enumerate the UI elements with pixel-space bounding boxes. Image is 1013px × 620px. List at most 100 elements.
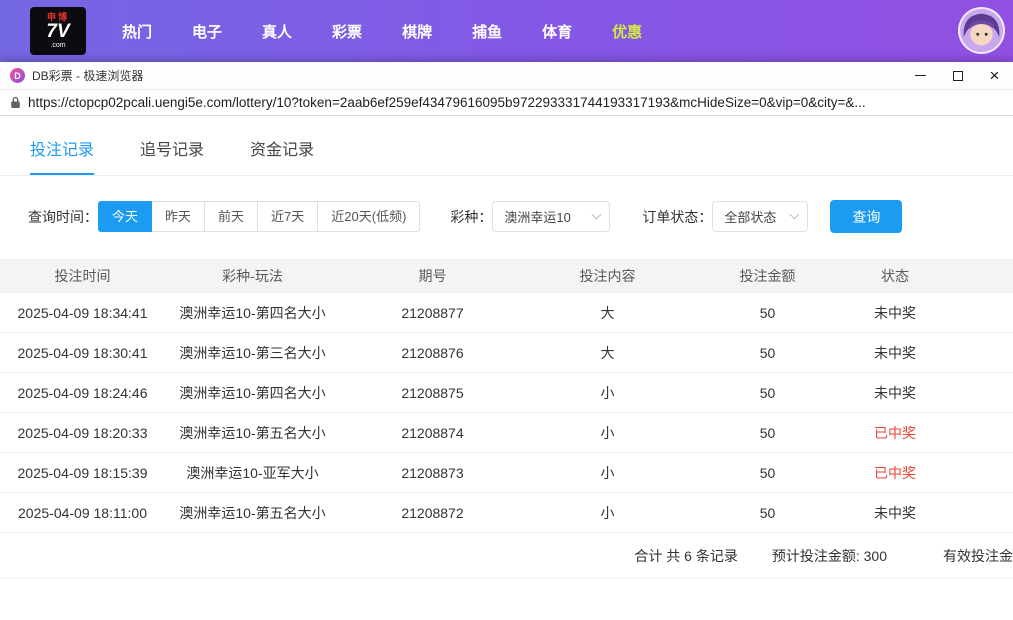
site-header: 申博 7V .com 热门 电子 真人 彩票 棋牌 捕鱼 体育 优惠 [0, 0, 1013, 62]
cell-game: 澳洲幸运10-第四名大小 [165, 303, 340, 323]
nav-item-live[interactable]: 真人 [242, 21, 312, 42]
minimize-button[interactable] [902, 62, 939, 89]
cell-issue: 21208877 [340, 305, 525, 321]
nav-item-chess[interactable]: 棋牌 [382, 21, 452, 42]
time-option-yesterday[interactable]: 昨天 [152, 201, 205, 232]
main-nav: 热门 电子 真人 彩票 棋牌 捕鱼 体育 优惠 [102, 21, 662, 42]
maximize-icon [953, 71, 963, 81]
lock-icon [10, 96, 21, 109]
minimize-icon [915, 75, 926, 76]
close-button[interactable]: × [976, 62, 1013, 89]
table-row: 2025-04-09 18:34:41 澳洲幸运10-第四名大小 2120887… [0, 293, 1013, 333]
lottery-select[interactable]: 澳洲幸运10 [492, 201, 610, 232]
table-row: 2025-04-09 18:30:41 澳洲幸运10-第三名大小 2120887… [0, 333, 1013, 373]
cell-bet-time: 2025-04-09 18:20:33 [0, 425, 165, 441]
cell-issue: 21208875 [340, 385, 525, 401]
cell-content: 小 [525, 463, 690, 483]
cell-bet-time: 2025-04-09 18:30:41 [0, 345, 165, 361]
cell-issue: 21208876 [340, 345, 525, 361]
time-option-20days[interactable]: 近20天(低频) [318, 201, 420, 232]
col-bet-time: 投注时间 [0, 266, 165, 286]
tab-bet-records[interactable]: 投注记录 [30, 136, 94, 175]
user-avatar[interactable] [958, 7, 1005, 54]
tab-chase-records[interactable]: 追号记录 [140, 136, 204, 175]
nav-item-lottery[interactable]: 彩票 [312, 21, 382, 42]
record-tabs: 投注记录 追号记录 资金记录 [0, 116, 1013, 176]
filter-bar: 查询时间： 今天 昨天 前天 近7天 近20天(低频) 彩种： 澳洲幸运10 订… [28, 200, 1013, 233]
cell-status: 已中奖 [845, 423, 945, 443]
status-filter-label: 订单状态： [642, 207, 712, 227]
site-logo[interactable]: 申博 7V .com [30, 7, 86, 55]
nav-item-fishing[interactable]: 捕鱼 [452, 21, 522, 42]
table-row: 2025-04-09 18:24:46 澳洲幸运10-第四名大小 2120887… [0, 373, 1013, 413]
col-content: 投注内容 [525, 266, 690, 286]
lottery-select-value: 澳洲幸运10 [504, 207, 570, 226]
window-titlebar[interactable]: D DB彩票 - 极速浏览器 × [0, 62, 1013, 89]
nav-item-sports[interactable]: 体育 [522, 21, 592, 42]
col-issue: 期号 [340, 266, 525, 286]
cell-amount: 50 [690, 385, 845, 401]
cell-issue: 21208873 [340, 465, 525, 481]
order-status-select[interactable]: 全部状态 [712, 201, 808, 232]
time-option-today[interactable]: 今天 [98, 201, 152, 232]
page-content: 投注记录 追号记录 资金记录 查询时间： 今天 昨天 前天 近7天 近20天(低… [0, 116, 1013, 620]
avatar-image [960, 9, 1003, 52]
nav-item-electronic[interactable]: 电子 [172, 21, 242, 42]
summary-valid-amount: 有效投注金 [943, 546, 1013, 566]
cell-status: 未中奖 [845, 343, 945, 363]
cell-game: 澳洲幸运10-第四名大小 [165, 383, 340, 403]
cell-issue: 21208872 [340, 505, 525, 521]
app-icon: D [10, 68, 25, 83]
cell-status: 未中奖 [845, 383, 945, 403]
col-game: 彩种-玩法 [165, 266, 340, 286]
table-row: 2025-04-09 18:11:00 澳洲幸运10-第五名大小 2120887… [0, 493, 1013, 533]
cell-bet-time: 2025-04-09 18:34:41 [0, 305, 165, 321]
window-controls: × [902, 62, 1013, 89]
bet-records-table: 投注时间 彩种-玩法 期号 投注内容 投注金额 状态 2025-04-09 18… [0, 259, 1013, 579]
chevron-down-icon [592, 210, 602, 220]
time-filter-label: 查询时间： [28, 207, 98, 227]
tab-fund-records[interactable]: 资金记录 [250, 136, 314, 175]
logo-suffix-text: .com [50, 42, 65, 49]
table-row: 2025-04-09 18:15:39 澳洲幸运10-亚军大小 21208873… [0, 453, 1013, 493]
cell-bet-time: 2025-04-09 18:11:00 [0, 505, 165, 521]
cell-amount: 50 [690, 425, 845, 441]
nav-item-hot[interactable]: 热门 [102, 21, 172, 42]
cell-bet-time: 2025-04-09 18:15:39 [0, 465, 165, 481]
table-summary: 合计 共 6 条记录 预计投注金额: 300 有效投注金 [0, 533, 1013, 579]
summary-expected-amount: 预计投注金额: 300 [772, 546, 887, 566]
col-amount: 投注金额 [690, 266, 845, 286]
cell-amount: 50 [690, 465, 845, 481]
time-range-segment: 今天 昨天 前天 近7天 近20天(低频) [98, 201, 420, 232]
close-icon: × [990, 67, 1000, 84]
url-text[interactable]: https://ctopcp02pcali.uengi5e.com/lotter… [28, 95, 866, 110]
cell-content: 大 [525, 303, 690, 323]
cell-status: 未中奖 [845, 503, 945, 523]
address-bar[interactable]: https://ctopcp02pcali.uengi5e.com/lotter… [0, 89, 1013, 116]
cell-content: 大 [525, 343, 690, 363]
maximize-button[interactable] [939, 62, 976, 89]
lottery-filter-label: 彩种： [450, 207, 492, 227]
cell-game: 澳洲幸运10-第五名大小 [165, 423, 340, 443]
cell-issue: 21208874 [340, 425, 525, 441]
cell-amount: 50 [690, 305, 845, 321]
cell-content: 小 [525, 423, 690, 443]
nav-item-promotions[interactable]: 优惠 [592, 21, 662, 42]
cell-content: 小 [525, 503, 690, 523]
cell-status: 未中奖 [845, 303, 945, 323]
status-select-value: 全部状态 [724, 207, 776, 226]
col-status: 状态 [845, 266, 945, 286]
cell-game: 澳洲幸运10-亚军大小 [165, 463, 340, 483]
time-option-7days[interactable]: 近7天 [258, 201, 318, 232]
browser-window: D DB彩票 - 极速浏览器 × https://ctopcp02pcali.u… [0, 62, 1013, 620]
search-button[interactable]: 查询 [830, 200, 902, 233]
cell-amount: 50 [690, 505, 845, 521]
cell-bet-time: 2025-04-09 18:24:46 [0, 385, 165, 401]
logo-main-text: 7V [46, 22, 69, 42]
table-header: 投注时间 彩种-玩法 期号 投注内容 投注金额 状态 [0, 259, 1013, 293]
window-title: DB彩票 - 极速浏览器 [32, 67, 143, 84]
cell-game: 澳洲幸运10-第五名大小 [165, 503, 340, 523]
time-option-day-before[interactable]: 前天 [205, 201, 258, 232]
cell-game: 澳洲幸运10-第三名大小 [165, 343, 340, 363]
summary-total: 合计 共 6 条记录 [634, 546, 737, 566]
